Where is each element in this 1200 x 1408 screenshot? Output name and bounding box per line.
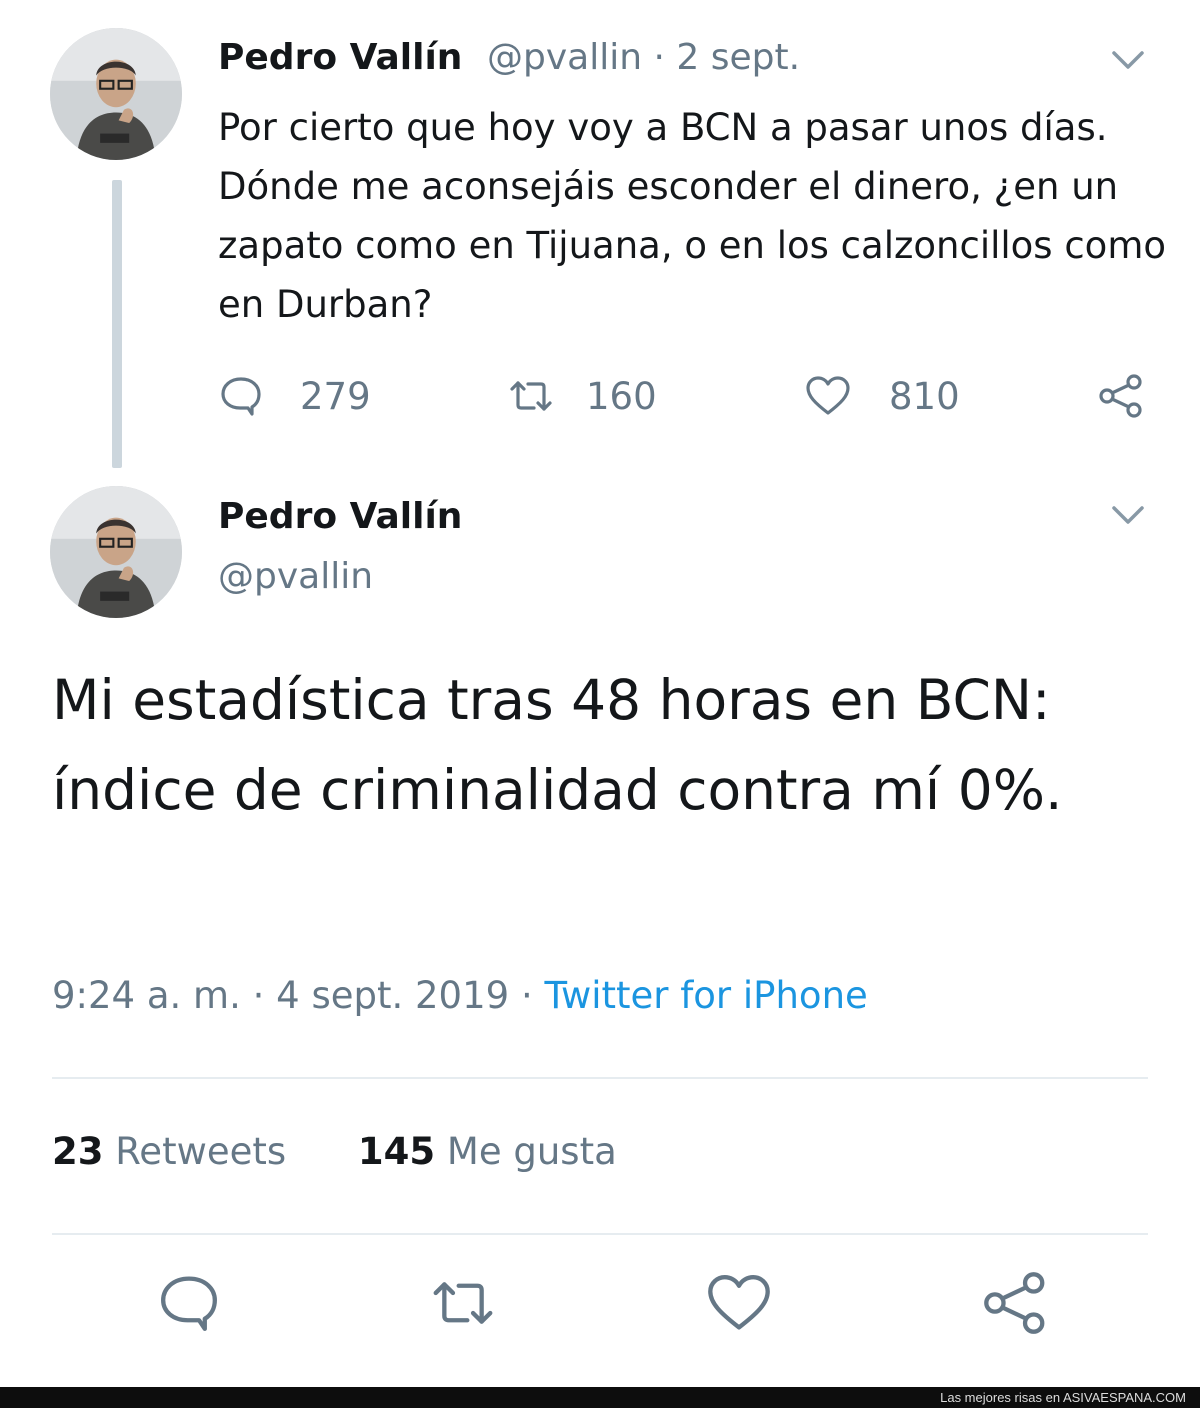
reply-button[interactable] <box>156 1270 222 1336</box>
retweet-icon[interactable] <box>508 373 554 419</box>
reply-button[interactable]: 279 <box>218 368 371 424</box>
retweet-button[interactable] <box>430 1270 496 1336</box>
retweets-number: 23 <box>52 1130 104 1173</box>
heart-icon <box>708 1275 770 1330</box>
author-handle[interactable]: @pvallin <box>218 556 373 597</box>
author-handle-text[interactable]: @pvallin <box>487 37 642 78</box>
meta-separator: · <box>252 974 265 1017</box>
retweets-label: Retweets <box>115 1130 287 1173</box>
reply-icon[interactable] <box>218 373 264 419</box>
share-button[interactable] <box>1098 368 1144 424</box>
retweet-count: 160 <box>586 374 657 418</box>
engagement-stats: 23 Retweets 145 Me gusta <box>52 1130 617 1173</box>
tweet-source-link[interactable]: Twitter for iPhone <box>544 974 867 1017</box>
retweet-icon <box>433 1282 493 1324</box>
author-name[interactable]: Pedro Vallín <box>218 37 462 78</box>
tweet-metadata: 9:24 a. m. · 4 sept. 2019 · Twitter for … <box>52 974 868 1017</box>
share-icon[interactable] <box>1098 373 1144 419</box>
chevron-down-icon[interactable] <box>1108 45 1148 75</box>
like-count: 810 <box>889 374 960 418</box>
divider <box>52 1077 1148 1079</box>
avatar[interactable] <box>50 28 182 160</box>
likes-label: Me gusta <box>446 1130 617 1173</box>
tweet-time[interactable]: 9:24 a. m. <box>52 974 241 1017</box>
avatar[interactable] <box>50 486 182 618</box>
watermark-footer: Las mejores risas en ASIVAESPANA.COM <box>0 1387 1200 1408</box>
chevron-down-icon[interactable] <box>1108 500 1148 530</box>
like-button[interactable]: 810 <box>805 368 960 424</box>
tweet-date[interactable]: · 2 sept. <box>654 37 801 78</box>
divider <box>52 1233 1148 1235</box>
like-button[interactable] <box>706 1270 772 1336</box>
author-handle[interactable]: @pvallin · 2 sept. <box>487 37 800 78</box>
likes-number: 145 <box>357 1130 436 1173</box>
author-name[interactable]: Pedro Vallín <box>218 496 462 537</box>
retweets-stat[interactable]: 23 Retweets <box>52 1130 286 1173</box>
reply-count: 279 <box>300 374 371 418</box>
share-button[interactable] <box>982 1270 1048 1336</box>
share-icon <box>984 1272 1045 1334</box>
reply-icon <box>161 1276 217 1331</box>
heart-icon[interactable] <box>805 373 851 419</box>
meta-separator: · <box>520 974 533 1017</box>
thread-connector <box>112 180 122 468</box>
tweet-text: Mi estadística tras 48 horas en BCN: índ… <box>52 668 1063 822</box>
tweet-text: Por cierto que hoy voy a BCN a pasar uno… <box>218 106 1166 326</box>
likes-stat[interactable]: 145 Me gusta <box>358 1130 617 1173</box>
tweet-full-date[interactable]: 4 sept. 2019 <box>276 974 509 1017</box>
retweet-button[interactable]: 160 <box>508 368 657 424</box>
